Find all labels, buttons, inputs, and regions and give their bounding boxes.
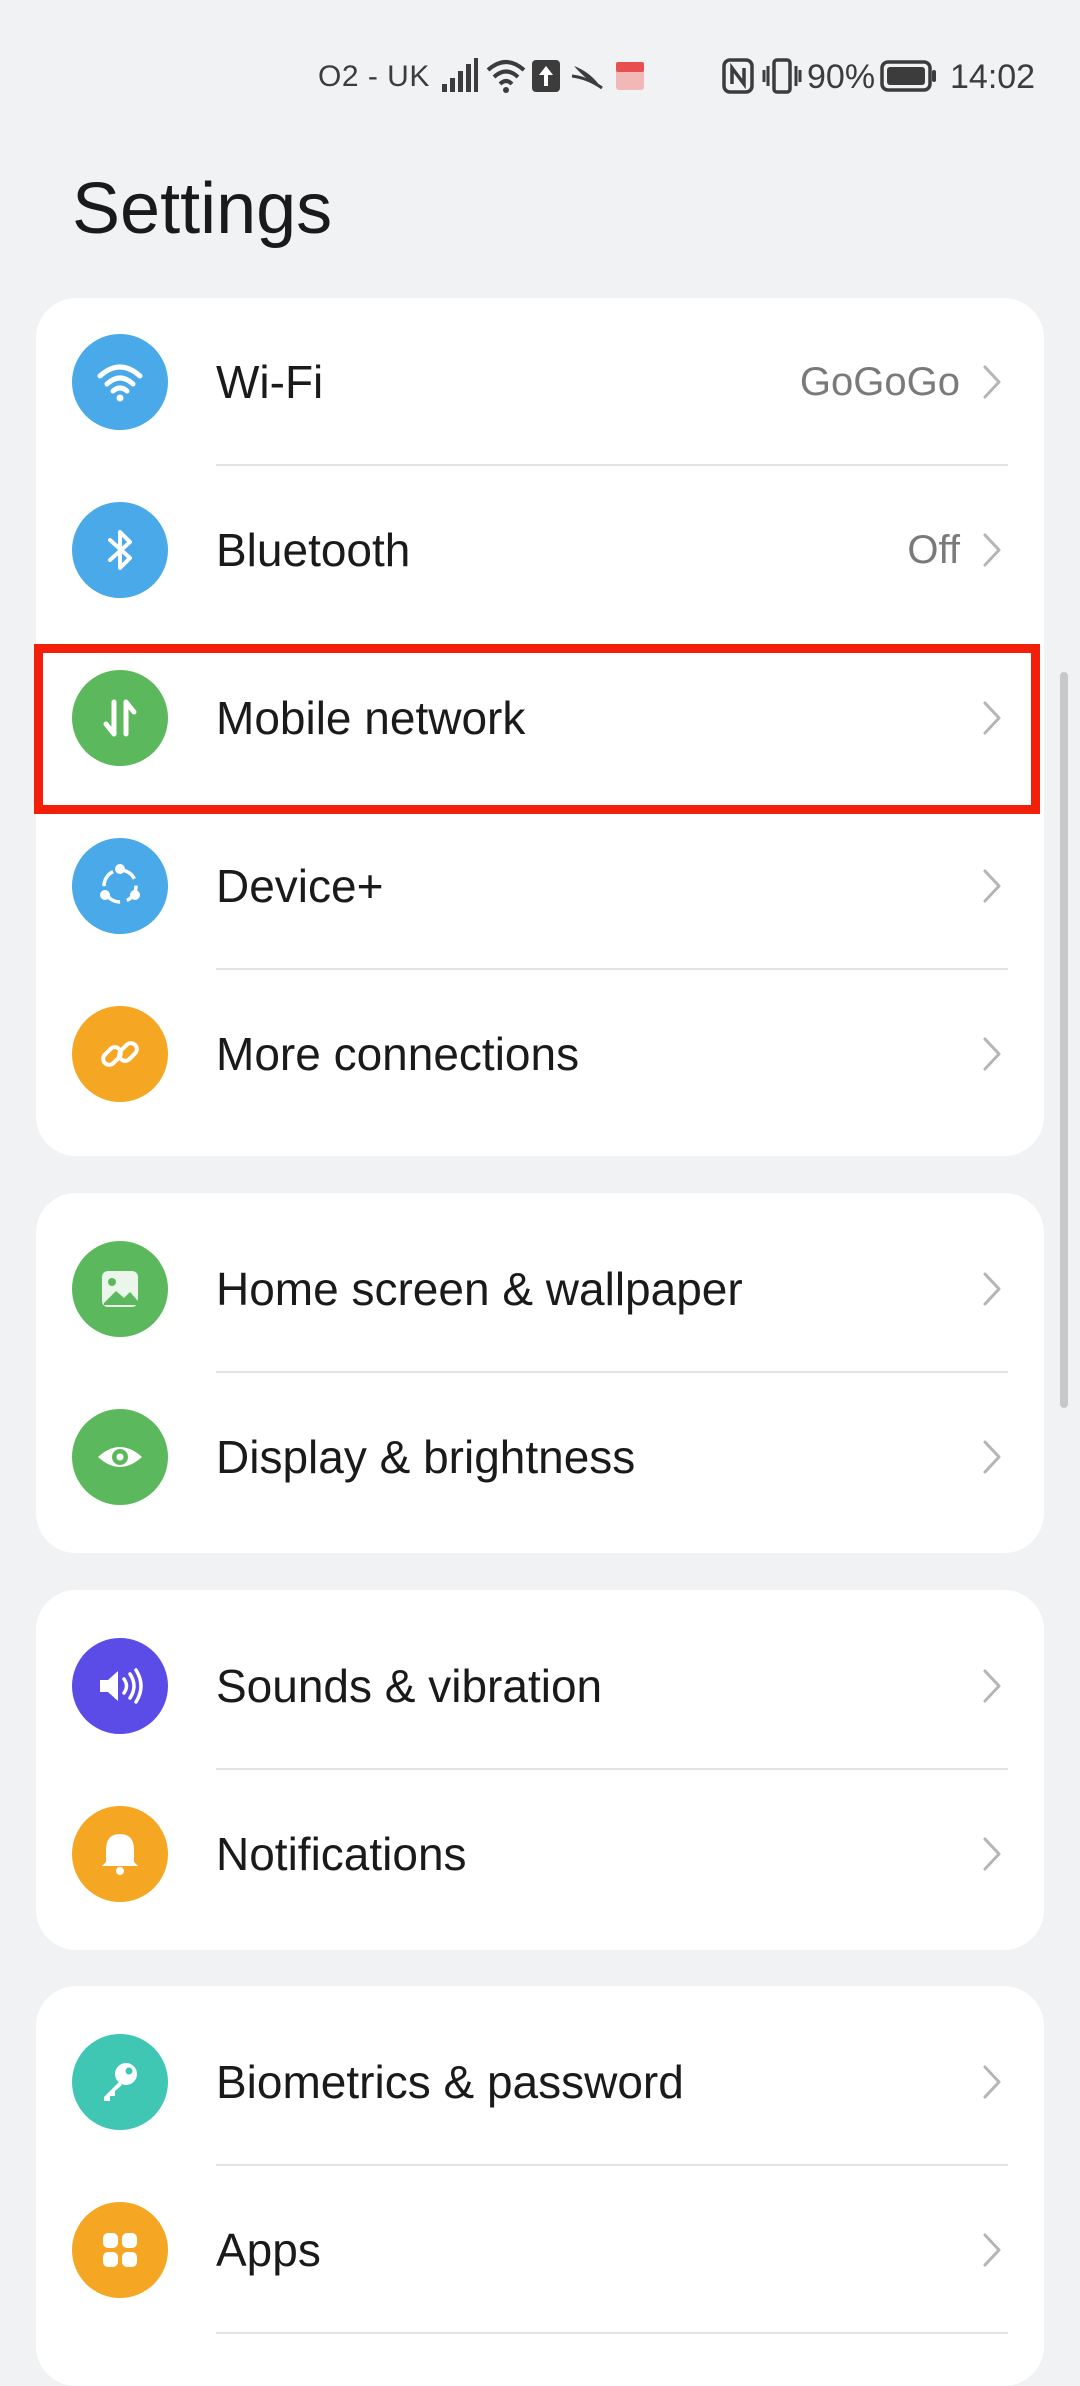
chevron-right-icon bbox=[983, 2065, 1001, 2099]
settings-item-more-connections[interactable]: More connections bbox=[36, 970, 1044, 1138]
chevron-right-icon bbox=[983, 1272, 1001, 1306]
security-apps-group: Biometrics & password Apps bbox=[36, 1986, 1044, 2386]
speaker-icon bbox=[72, 1638, 168, 1734]
status-bar: O2 - UK 90% 14:02 bbox=[0, 0, 1080, 150]
wifi-icon bbox=[72, 334, 168, 430]
link-icon bbox=[72, 1006, 168, 1102]
battery-percentage: 90% bbox=[807, 58, 876, 96]
settings-item-apps[interactable]: Apps bbox=[36, 2166, 1044, 2334]
mobile-data-icon bbox=[72, 670, 168, 766]
apps-grid-icon bbox=[72, 2202, 168, 2298]
settings-item-label: Biometrics & password bbox=[216, 2056, 684, 2108]
settings-item-notifications[interactable]: Notifications bbox=[36, 1770, 1044, 1938]
swift-app-icon bbox=[571, 66, 603, 90]
settings-item-value: GoGoGo bbox=[799, 360, 960, 404]
display-group: Home screen & wallpaper Display & bright… bbox=[36, 1193, 1044, 1553]
chevron-right-icon bbox=[983, 1037, 1001, 1071]
settings-item-display[interactable]: Display & brightness bbox=[36, 1373, 1044, 1541]
settings-item-sounds[interactable]: Sounds & vibration bbox=[36, 1602, 1044, 1770]
device-plus-icon bbox=[72, 838, 168, 934]
key-icon bbox=[72, 2034, 168, 2130]
settings-item-label: Sounds & vibration bbox=[216, 1660, 603, 1712]
wifi-status-icon bbox=[486, 60, 526, 93]
chevron-right-icon bbox=[983, 2233, 1001, 2267]
connectivity-group: Wi-Fi GoGoGo Bluetooth Off Mobile networ… bbox=[36, 298, 1044, 1156]
chevron-right-icon bbox=[983, 1837, 1001, 1871]
settings-item-biometrics[interactable]: Biometrics & password bbox=[36, 1998, 1044, 2166]
nfc-icon bbox=[722, 58, 754, 94]
eye-icon bbox=[72, 1409, 168, 1505]
settings-item-home-screen[interactable]: Home screen & wallpaper bbox=[36, 1205, 1044, 1373]
sound-notification-group: Sounds & vibration Notifications bbox=[36, 1590, 1044, 1950]
signal-icon bbox=[442, 58, 478, 92]
settings-item-mobile-network[interactable]: Mobile network bbox=[36, 634, 1044, 802]
settings-item-label: Device+ bbox=[216, 860, 384, 912]
settings-item-wifi[interactable]: Wi-Fi GoGoGo bbox=[36, 298, 1044, 466]
chevron-right-icon bbox=[983, 869, 1001, 903]
settings-item-label: Wi-Fi bbox=[216, 356, 324, 408]
settings-item-label: Home screen & wallpaper bbox=[216, 1263, 743, 1315]
bluetooth-icon bbox=[72, 502, 168, 598]
chevron-right-icon bbox=[983, 701, 1001, 735]
settings-item-label: Mobile network bbox=[216, 692, 526, 744]
chevron-right-icon bbox=[983, 533, 1001, 567]
upload-icon bbox=[532, 60, 560, 92]
settings-item-device-plus[interactable]: Device+ bbox=[36, 802, 1044, 970]
settings-item-label: Bluetooth bbox=[216, 524, 411, 576]
settings-item-label: Notifications bbox=[216, 1828, 467, 1880]
carrier-label: O2 - UK bbox=[318, 60, 430, 93]
battery-icon bbox=[880, 60, 936, 92]
bell-icon bbox=[72, 1806, 168, 1902]
settings-item-label: More connections bbox=[216, 1028, 580, 1080]
chevron-right-icon bbox=[983, 1440, 1001, 1474]
page-title: Settings bbox=[72, 169, 333, 249]
chevron-right-icon bbox=[983, 365, 1001, 399]
wallpaper-icon bbox=[72, 1241, 168, 1337]
clock: 14:02 bbox=[950, 58, 1036, 96]
scrollbar[interactable] bbox=[1060, 672, 1068, 1408]
vibrate-icon bbox=[762, 58, 802, 94]
settings-item-bluetooth[interactable]: Bluetooth Off bbox=[36, 466, 1044, 634]
app-notification-icon bbox=[616, 62, 644, 90]
chevron-right-icon bbox=[983, 1669, 1001, 1703]
divider bbox=[216, 2332, 1008, 2334]
settings-item-value: Off bbox=[907, 528, 960, 572]
settings-item-label: Apps bbox=[216, 2224, 321, 2276]
settings-item-label: Display & brightness bbox=[216, 1431, 636, 1483]
